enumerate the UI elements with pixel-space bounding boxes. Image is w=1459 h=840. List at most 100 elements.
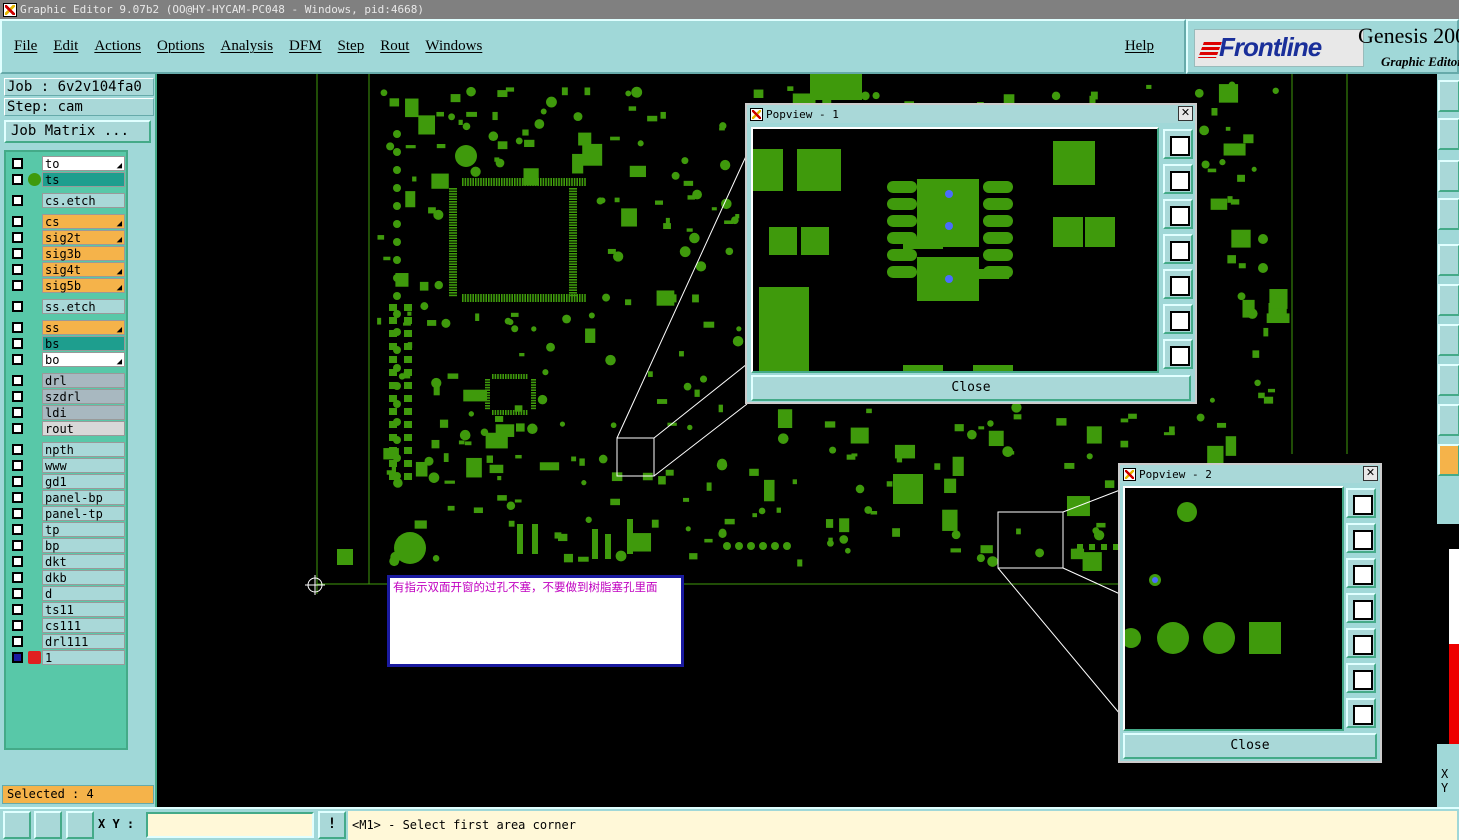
layer-checkbox[interactable]	[12, 158, 23, 169]
menu-analysis[interactable]: Analysis	[221, 38, 274, 55]
layer-checkbox[interactable]	[12, 604, 23, 615]
layer-checkbox[interactable]	[12, 572, 23, 583]
layer-row-drl111[interactable]: drl111	[8, 634, 126, 649]
layer-checkbox[interactable]	[12, 375, 23, 386]
layer-checkbox[interactable]	[12, 407, 23, 418]
layer-row-gd1[interactable]: gd1	[8, 474, 126, 489]
layer-name[interactable]: ts11	[42, 602, 125, 617]
popview-2-window[interactable]: Popview - 2 ✕ Close	[1118, 463, 1382, 763]
tool-icon[interactable]	[1438, 404, 1459, 436]
layer-name[interactable]: dkt	[42, 554, 125, 569]
layer-checkbox[interactable]	[12, 174, 23, 185]
menu-rout[interactable]: Rout	[380, 38, 409, 55]
tool-icon[interactable]	[1438, 244, 1459, 276]
layer-row-bp[interactable]: bp	[8, 538, 126, 553]
tool-icon[interactable]	[1438, 324, 1459, 356]
layer-row-sig2t[interactable]: sig2t ◢	[8, 230, 126, 245]
menu-file[interactable]: File	[14, 38, 37, 55]
popview-1-close-button[interactable]: Close	[751, 375, 1191, 401]
layer-checkbox[interactable]	[12, 524, 23, 535]
layer-name[interactable]: www	[42, 458, 125, 473]
layer-row-szdrl[interactable]: szdrl	[8, 389, 126, 404]
pan-left-icon[interactable]	[1346, 593, 1376, 623]
layer-row-rout[interactable]: rout	[8, 421, 126, 436]
pan-right-icon[interactable]	[1163, 269, 1193, 299]
pan-left-icon[interactable]	[1163, 234, 1193, 264]
layer-checkbox[interactable]	[12, 301, 23, 312]
layer-name[interactable]: cs111	[42, 618, 125, 633]
layer-row-ss.etch[interactable]: ss.etch	[8, 299, 126, 314]
layer-name[interactable]: rout	[42, 421, 125, 436]
popview-1-window[interactable]: Popview - 1 ✕ Close	[745, 103, 1197, 404]
layer-checkbox[interactable]	[12, 652, 23, 663]
popview-1-view[interactable]	[751, 127, 1159, 373]
layer-name[interactable]: 1	[42, 650, 125, 665]
layer-checkbox[interactable]	[12, 195, 23, 206]
layer-row-sig4t[interactable]: sig4t ◢	[8, 262, 126, 277]
zoom-in-icon[interactable]	[1163, 304, 1193, 334]
layer-row-cs111[interactable]: cs111	[8, 618, 126, 633]
layer-checkbox[interactable]	[12, 391, 23, 402]
layer-name[interactable]: sig3b	[42, 246, 125, 261]
layer-name[interactable]: drl	[42, 373, 125, 388]
layer-row-ldi[interactable]: ldi	[8, 405, 126, 420]
layer-checkbox[interactable]	[12, 423, 23, 434]
layer-name[interactable]: d	[42, 586, 125, 601]
menu-step[interactable]: Step	[338, 38, 365, 55]
info-icon[interactable]: !	[318, 811, 346, 839]
layer-row-d[interactable]: d	[8, 586, 126, 601]
layer-checkbox[interactable]	[12, 216, 23, 227]
layer-row-panel-bp[interactable]: panel-bp	[8, 490, 126, 505]
layer-checkbox[interactable]	[12, 280, 23, 291]
popview-2-titlebar[interactable]: Popview - 2 ✕	[1120, 465, 1380, 483]
layer-checkbox[interactable]	[12, 248, 23, 259]
zoom-out-icon[interactable]	[1163, 339, 1193, 369]
tool-icon[interactable]	[1438, 444, 1459, 476]
popview-2-view[interactable]	[1123, 486, 1344, 731]
layer-row-bo[interactable]: bo ◢	[8, 352, 126, 367]
pan-up-icon[interactable]	[1346, 523, 1376, 553]
close-icon[interactable]: ✕	[1363, 466, 1378, 481]
layer-name[interactable]: bo ◢	[42, 352, 125, 367]
xy-input[interactable]	[146, 812, 314, 838]
zoom-fit-icon[interactable]	[1346, 488, 1376, 518]
layer-checkbox[interactable]	[12, 232, 23, 243]
layer-name[interactable]: ldi	[42, 405, 125, 420]
layer-row-ss[interactable]: ss ◢	[8, 320, 126, 335]
pan-right-icon[interactable]	[1346, 628, 1376, 658]
menu-actions[interactable]: Actions	[94, 38, 141, 55]
layer-name[interactable]: dkb	[42, 570, 125, 585]
layer-checkbox[interactable]	[12, 492, 23, 503]
layer-row-tp[interactable]: tp	[8, 522, 126, 537]
layer-name[interactable]: szdrl	[42, 389, 125, 404]
layer-row-ts11[interactable]: ts11	[8, 602, 126, 617]
layer-checkbox[interactable]	[12, 476, 23, 487]
layer-row-ts[interactable]: ts	[8, 172, 126, 187]
layer-name[interactable]: to ◢	[42, 156, 125, 171]
layer-name[interactable]: sig5b ◢	[42, 278, 125, 293]
layer-checkbox[interactable]	[12, 322, 23, 333]
layer-row-dkb[interactable]: dkb	[8, 570, 126, 585]
layer-name[interactable]: tp	[42, 522, 125, 537]
layer-name[interactable]: drl111	[42, 634, 125, 649]
layer-checkbox[interactable]	[12, 540, 23, 551]
menu-help[interactable]: Help	[1125, 38, 1154, 55]
layer-name[interactable]: ts	[42, 172, 125, 187]
layer-name[interactable]: bs	[42, 336, 125, 351]
layer-checkbox[interactable]	[12, 354, 23, 365]
layer-name[interactable]: cs ◢	[42, 214, 125, 229]
pan-down-icon[interactable]	[1346, 558, 1376, 588]
zoom-window-icon[interactable]	[3, 811, 31, 839]
layer-row-bs[interactable]: bs	[8, 336, 126, 351]
measure-icon[interactable]	[34, 811, 62, 839]
layer-name[interactable]: panel-bp	[42, 490, 125, 505]
popview-1-titlebar[interactable]: Popview - 1 ✕	[747, 105, 1195, 123]
layer-checkbox[interactable]	[12, 588, 23, 599]
layer-checkbox[interactable]	[12, 636, 23, 647]
layer-name[interactable]: panel-tp	[42, 506, 125, 521]
layer-row-1[interactable]: 1	[8, 650, 126, 665]
pan-down-icon[interactable]	[1163, 199, 1193, 229]
layer-name[interactable]: bp	[42, 538, 125, 553]
tool-icon[interactable]	[1438, 198, 1459, 230]
layer-name[interactable]: sig4t ◢	[42, 262, 125, 277]
